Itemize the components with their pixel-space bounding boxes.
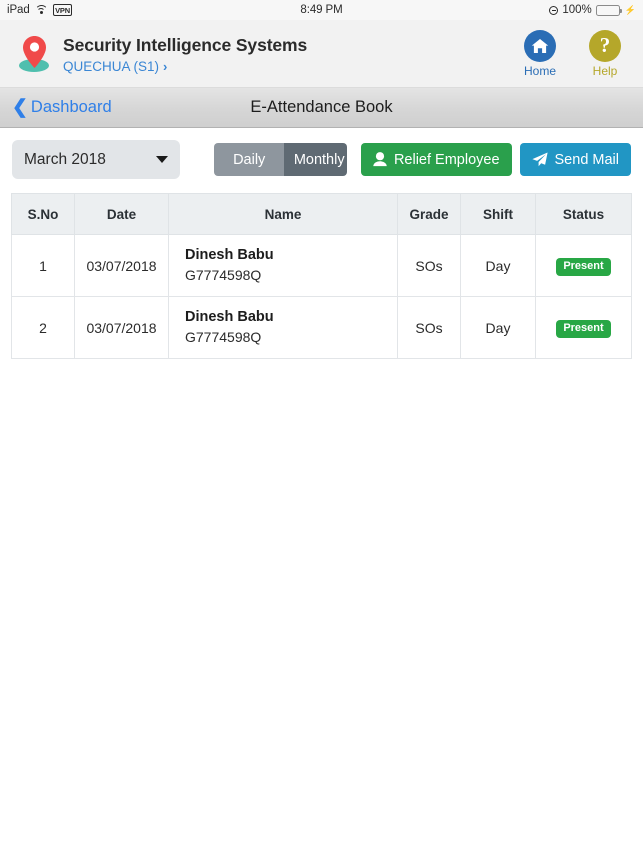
relief-employee-label: Relief Employee xyxy=(393,151,500,168)
question-mark-icon: ? xyxy=(589,29,621,62)
battery-icon xyxy=(595,4,622,16)
app-screen: iPad VPN 8:49 PM 100% ⚡ Security Intelli… xyxy=(0,0,643,858)
map-pin-logo xyxy=(13,30,55,78)
cell-status: Present xyxy=(535,296,632,359)
segment-daily[interactable]: Daily xyxy=(214,143,285,176)
cell-date: 03/07/2018 xyxy=(74,296,169,359)
cell-date: 03/07/2018 xyxy=(74,234,169,297)
table-row[interactable]: 2 03/07/2018 Dinesh Babu G7774598Q SOs D… xyxy=(11,296,632,359)
paper-plane-glyph xyxy=(531,152,548,167)
home-icon xyxy=(524,29,556,62)
help-button[interactable]: ? Help xyxy=(581,29,629,78)
status-badge: Present xyxy=(556,257,611,276)
chevron-left-icon: ❮ xyxy=(12,97,28,118)
brand-text-block: Security Intelligence Systems QUECHUA (S… xyxy=(63,34,307,74)
site-selector[interactable]: QUECHUA (S1) › xyxy=(63,59,307,74)
app-title: Security Intelligence Systems xyxy=(63,34,308,55)
paper-plane-icon xyxy=(531,152,548,167)
column-header-shift: Shift xyxy=(460,193,536,235)
column-header-sno: S.No xyxy=(11,193,75,235)
house-glyph xyxy=(531,38,549,53)
employee-name: Dinesh Babu xyxy=(185,309,274,325)
table-header: S.No Date Name Grade Shift Status xyxy=(11,193,632,235)
header-actions: Home ? Help xyxy=(516,29,629,78)
month-select-value: March 2018 xyxy=(24,150,106,168)
caret-down-icon xyxy=(156,156,169,163)
cell-shift: Day xyxy=(460,296,536,359)
table-header-row: S.No Date Name Grade Shift Status xyxy=(11,193,632,235)
column-header-name: Name xyxy=(168,193,398,235)
home-button[interactable]: Home xyxy=(516,29,564,78)
month-select[interactable]: March 2018 xyxy=(12,140,181,179)
chevron-right-icon: › xyxy=(163,58,168,74)
employee-id: G7774598Q xyxy=(185,329,262,345)
cell-name: Dinesh Babu G7774598Q xyxy=(168,296,398,359)
status-badge: Present xyxy=(556,319,611,338)
status-bar-right: 100% ⚡ xyxy=(549,4,636,16)
map-pin-icon xyxy=(23,35,46,68)
user-icon xyxy=(373,152,387,167)
navigation-bar: ❮ Dashboard E-Attendance Book xyxy=(0,88,643,128)
send-mail-button[interactable]: Send Mail xyxy=(519,143,631,176)
column-header-grade: Grade xyxy=(397,193,461,235)
ios-status-bar: iPad VPN 8:49 PM 100% ⚡ xyxy=(0,0,643,20)
cell-shift: Day xyxy=(460,234,536,297)
back-button-label: Dashboard xyxy=(30,98,112,116)
period-segmented-control[interactable]: Daily Monthly xyxy=(214,143,347,176)
table-row[interactable]: 1 03/07/2018 Dinesh Babu G7774598Q SOs D… xyxy=(11,234,632,297)
back-to-dashboard-button[interactable]: ❮ Dashboard xyxy=(0,98,112,117)
cell-grade: SOs xyxy=(397,296,461,359)
attendance-table-container: S.No Date Name Grade Shift Status 1 03/0… xyxy=(0,179,643,359)
cell-name: Dinesh Babu G7774598Q xyxy=(168,234,398,297)
column-header-status: Status xyxy=(535,193,632,235)
table-body: 1 03/07/2018 Dinesh Babu G7774598Q SOs D… xyxy=(11,234,632,359)
user-glyph xyxy=(373,152,387,167)
cell-sno: 1 xyxy=(11,234,75,297)
filter-toolbar: March 2018 Daily Monthly Relief Employee xyxy=(0,128,643,179)
question-mark-glyph: ? xyxy=(599,33,611,57)
help-button-label: Help xyxy=(592,63,618,78)
attendance-table: S.No Date Name Grade Shift Status 1 03/0… xyxy=(11,193,632,359)
segment-monthly[interactable]: Monthly xyxy=(284,143,347,176)
battery-percent-label: 100% xyxy=(562,4,592,16)
send-mail-label: Send Mail xyxy=(554,151,619,168)
cell-sno: 2 xyxy=(11,296,75,359)
site-name-label: QUECHUA (S1) xyxy=(63,58,160,74)
employee-name: Dinesh Babu xyxy=(185,247,274,263)
relief-employee-button[interactable]: Relief Employee xyxy=(360,143,512,176)
charging-bolt-icon: ⚡ xyxy=(624,4,636,15)
cell-status: Present xyxy=(535,234,632,297)
status-bar-clock: 8:49 PM xyxy=(300,4,343,16)
employee-id: G7774598Q xyxy=(185,267,262,283)
cell-grade: SOs xyxy=(397,234,461,297)
app-header: Security Intelligence Systems QUECHUA (S… xyxy=(0,20,643,88)
location-arrow-icon xyxy=(549,5,559,15)
home-button-label: Home xyxy=(523,63,556,78)
column-header-date: Date xyxy=(74,193,169,235)
